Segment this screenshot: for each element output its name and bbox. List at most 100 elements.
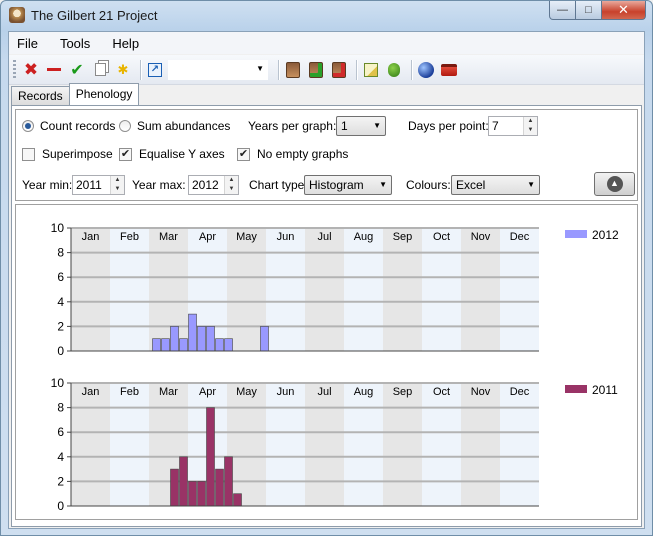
maximize-button[interactable]: □ <box>576 1 602 20</box>
app-icon <box>9 7 25 23</box>
bar <box>197 326 206 352</box>
menu-file[interactable]: File <box>17 34 38 53</box>
bar <box>170 468 179 507</box>
equalise-y-option[interactable]: ✔ Equalise Y axes <box>119 147 225 161</box>
toolbar-separator <box>356 59 357 80</box>
copy-button[interactable] <box>90 60 110 80</box>
globe-icon <box>418 61 434 78</box>
bar <box>233 493 242 507</box>
close-button[interactable]: ✕ <box>602 1 646 20</box>
tab-records[interactable]: Records <box>11 86 70 105</box>
no-empty-graphs-checkbox[interactable]: ✔ <box>237 147 250 161</box>
count-records-radio[interactable] <box>22 120 34 132</box>
year-min-spinner[interactable]: 2011 ▲ ▼ <box>72 175 125 195</box>
month-band <box>149 228 188 351</box>
month-label: Aug <box>354 231 374 243</box>
person-button[interactable] <box>283 60 303 80</box>
month-band <box>383 383 422 506</box>
month-band <box>422 228 461 351</box>
remove-button[interactable] <box>44 60 64 80</box>
equalise-y-checkbox[interactable]: ✔ <box>119 147 132 161</box>
title-bar[interactable]: The Gilbert 21 Project — □ ✕ <box>1 1 652 31</box>
legend-swatch <box>565 230 587 238</box>
spinner-arrows-icon[interactable]: ▲ ▼ <box>523 117 537 135</box>
month-band <box>461 228 500 351</box>
superimpose-checkbox[interactable] <box>22 147 35 161</box>
chevron-down-icon: ▼ <box>379 180 387 189</box>
delete-icon: ✖ <box>23 59 39 79</box>
shortcut-button[interactable]: ↗ <box>145 60 165 80</box>
delete-button[interactable]: ✖ <box>21 60 41 80</box>
month-band <box>71 383 110 506</box>
spinner-arrows-icon[interactable]: ▲ ▼ <box>110 176 124 194</box>
bar <box>224 456 233 507</box>
chart-type-value: Histogram <box>309 178 364 192</box>
sum-abundances-radio[interactable] <box>119 120 131 132</box>
month-band <box>383 228 422 351</box>
window-title: The Gilbert 21 Project <box>31 8 158 23</box>
month-label: Jul <box>317 386 331 398</box>
toolbar-separator <box>411 59 412 80</box>
menu-tools[interactable]: Tools <box>60 34 90 53</box>
bar <box>179 338 188 352</box>
years-per-graph-select[interactable]: 1 ▼ <box>336 116 386 136</box>
month-label: Nov <box>471 386 491 398</box>
remove-icon <box>47 68 61 71</box>
month-band <box>500 383 539 506</box>
app-window: The Gilbert 21 Project — □ ✕ File Tools … <box>0 0 653 536</box>
star-icon: ✱ <box>117 61 129 77</box>
new-button[interactable]: ✱ <box>113 60 133 80</box>
days-per-point-spinner[interactable]: 7 ▲ ▼ <box>488 116 538 136</box>
month-band <box>71 228 110 351</box>
count-records-option[interactable]: Count records <box>22 119 115 133</box>
month-band <box>500 228 539 351</box>
menu-help[interactable]: Help <box>112 34 139 53</box>
bar <box>260 326 269 352</box>
legend-swatch <box>565 385 587 393</box>
accept-button[interactable]: ✔ <box>67 60 87 80</box>
chart-type-select[interactable]: Histogram ▼ <box>304 175 392 195</box>
colours-label: Colours: <box>406 178 451 192</box>
bar <box>188 313 197 352</box>
toolbox-button[interactable] <box>439 60 459 80</box>
colours-select[interactable]: Excel ▼ <box>451 175 540 195</box>
collapse-options-button[interactable]: ▲ <box>594 172 635 196</box>
charts-canvas: 0 2 4 6 8 10 Jan Feb Mar Apr May Jun Jul Aug Sep Oct Nov… <box>51 221 619 513</box>
bar <box>206 326 215 352</box>
y-tick-label: 0 <box>57 344 64 358</box>
colours-value: Excel <box>456 178 486 192</box>
person-remove-button[interactable] <box>329 60 349 80</box>
month-label: Aug <box>354 386 374 398</box>
toolbar-grip[interactable] <box>13 59 16 80</box>
no-empty-graphs-option[interactable]: ✔ No empty graphs <box>237 147 348 161</box>
month-label: Mar <box>159 386 178 398</box>
phenology-charts: 0 2 4 6 8 10 Jan Feb Mar Apr May Jun Jul Aug Sep Oct Nov… <box>15 204 638 520</box>
copy-icon <box>94 63 106 76</box>
tab-phenology[interactable]: Phenology <box>68 83 140 105</box>
month-label: Sep <box>393 386 413 398</box>
person-add-button[interactable] <box>306 60 326 80</box>
y-tick-label: 4 <box>57 450 64 464</box>
bar <box>161 338 170 352</box>
toolbar: ✖ ✔ ✱ ↗ ▼ <box>9 55 644 85</box>
minimize-icon: — <box>557 4 568 16</box>
month-band <box>305 228 344 351</box>
bar <box>224 338 233 352</box>
edit-icon <box>364 62 378 77</box>
superimpose-label: Superimpose <box>42 147 113 161</box>
bar <box>206 407 215 507</box>
sum-abundances-option[interactable]: Sum abundances <box>119 119 230 133</box>
person-icon <box>286 61 300 78</box>
globe-button[interactable] <box>416 60 436 80</box>
chevron-down-icon: ▼ <box>373 121 381 130</box>
y-tick-label: 8 <box>57 401 64 415</box>
shortcut-icon: ↗ <box>148 62 162 77</box>
bug-button[interactable] <box>384 60 404 80</box>
superimpose-option[interactable]: Superimpose <box>22 147 113 161</box>
edit-button[interactable] <box>361 60 381 80</box>
toolbar-combo[interactable]: ▼ <box>168 59 268 80</box>
sum-abundances-label: Sum abundances <box>137 119 231 133</box>
year-max-spinner[interactable]: 2012 ▲ ▼ <box>188 175 239 195</box>
minimize-button[interactable]: — <box>549 1 576 20</box>
spinner-arrows-icon[interactable]: ▲ ▼ <box>224 176 238 194</box>
